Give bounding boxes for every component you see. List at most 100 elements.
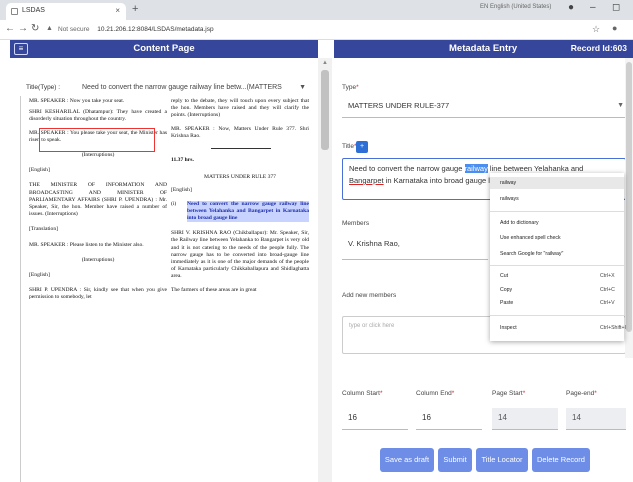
selected-word: railway: [464, 164, 488, 173]
title-text: in Karnataka into broad gauge li: [383, 176, 492, 185]
metadata-entry-header: Metadata Entry Record Id:603: [334, 40, 633, 58]
add-members-placeholder: type or click here: [349, 323, 395, 329]
page-start-input[interactable]: 14: [492, 408, 558, 430]
chevron-down-icon: ▼: [617, 102, 624, 109]
new-tab-icon[interactable]: +: [132, 3, 138, 15]
doc-paragraph: The farmers of these areas are in great: [171, 286, 257, 293]
document-page: MR. SPEAKER : Now you take your seat. SH…: [20, 96, 316, 482]
menu-item-copy[interactable]: Copy Ctrl+C: [500, 287, 615, 293]
menu-item-cut[interactable]: Cut Ctrl+X: [500, 273, 615, 279]
menu-divider: [490, 211, 624, 212]
doc-paragraph: [Translation]: [29, 226, 59, 233]
column-end-label: Column End*: [416, 390, 455, 397]
maximize-icon[interactable]: ◻: [612, 2, 620, 13]
doc-paragraph: [English]: [171, 187, 192, 194]
forward-icon[interactable]: →: [18, 23, 28, 34]
section-divider: [211, 148, 271, 150]
spellcheck-context-menu: railway railways Add to dictionary Use e…: [490, 173, 626, 341]
members-label: Members: [342, 220, 370, 227]
doc-section-heading: MATTERS UNDER RULE 377: [204, 174, 276, 181]
members-value: V. Krishna Rao,: [348, 239, 400, 248]
column-start-value: 16: [348, 413, 357, 422]
language-indicator: EN English (United States): [480, 4, 552, 10]
submit-button[interactable]: Submit: [438, 448, 472, 472]
type-select-value: MATTERS UNDER RULE-377: [348, 101, 450, 110]
delete-record-button[interactable]: Delete Record: [532, 448, 590, 472]
doc-paragraph: [English]: [29, 167, 50, 174]
not-secure-warning-icon[interactable]: ▲: [46, 25, 53, 32]
title-type-select-value: Need to convert the narrow gauge railway…: [82, 84, 282, 91]
highlighted-item: (i) Need to convert the narrow gauge rai…: [171, 200, 309, 223]
members-field[interactable]: V. Krishna Rao,: [342, 234, 488, 260]
title-text: Need to convert the narrow gauge: [349, 164, 465, 173]
save-draft-button[interactable]: Save as draft: [380, 448, 434, 472]
doc-paragraph: reply to the debate, they will touch upo…: [171, 98, 309, 119]
title-label: Title*: [342, 143, 357, 150]
doc-paragraph: MR. SPEAKER : Please listen to the Minis…: [29, 241, 144, 248]
menu-divider: [490, 265, 624, 266]
title-type-label: Title(Type) :: [26, 84, 61, 91]
item-number: (i): [171, 200, 177, 207]
scrollbar-thumb[interactable]: [321, 70, 329, 150]
column-start-label: Column Start*: [342, 390, 383, 397]
title-locator-button[interactable]: Title Locator: [476, 448, 528, 472]
doc-paragraph: (Interruptions): [81, 152, 115, 159]
page-favicon-icon: [11, 8, 18, 15]
url-field[interactable]: ▲ Not secure 10.21.206.12:8084/LSDAS/met…: [44, 23, 584, 37]
not-secure-label: Not secure: [58, 26, 90, 33]
title-type-select[interactable]: Need to convert the narrow gauge railway…: [72, 80, 312, 96]
page-start-value: 14: [498, 413, 507, 422]
menu-item-search-google[interactable]: Search Google for "railway": [500, 251, 563, 257]
column-end-input[interactable]: 16: [416, 408, 482, 430]
page-end-label: Page-end*: [566, 390, 597, 397]
form-scrollbar[interactable]: [625, 58, 633, 358]
back-icon[interactable]: ←: [5, 23, 15, 34]
type-select[interactable]: MATTERS UNDER RULE-377 ▼: [342, 96, 632, 118]
column-start-input[interactable]: 16: [342, 408, 408, 430]
content-page-header: ≡ Content Page: [10, 40, 318, 58]
doc-paragraph: MR. SPEAKER : Now you take your seat.: [29, 98, 125, 104]
address-bar-row: ← → ↻ ▲ Not secure 10.21.206.12:8084/LSD…: [0, 20, 633, 40]
menu-item-enhanced-spellcheck[interactable]: Use enhanced spell check: [500, 235, 561, 241]
menu-item-add-dictionary[interactable]: Add to dictionary: [500, 220, 539, 226]
doc-paragraph: SHRI KESHARILAL (Dhatampur): They have c…: [29, 109, 167, 123]
minimize-icon[interactable]: –: [590, 2, 596, 13]
doc-paragraph: THE MINISTER OF INFORMATION AND BROADCAS…: [29, 182, 167, 218]
doc-paragraph: SHRI P. UPENDRA : Sir, kindly see that w…: [29, 287, 167, 301]
tab-title: LSDAS: [22, 7, 45, 14]
tab-close-icon[interactable]: ×: [115, 6, 120, 15]
content-page-title: Content Page: [133, 43, 195, 54]
url-text: 10.21.206.12:8084/LSDAS/metadata.jsp: [97, 26, 214, 33]
document-right-column: reply to the debate, they will touch upo…: [171, 98, 309, 298]
menu-item-suggestion-railway[interactable]: railway: [500, 180, 516, 186]
add-members-label: Add new members: [342, 292, 397, 299]
doc-paragraph: (Interruptions): [81, 256, 115, 263]
record-id-label: Record Id:603: [570, 43, 627, 53]
bookmark-star-icon[interactable]: ☆: [592, 24, 600, 35]
menu-item-suggestion-railways[interactable]: railways: [500, 196, 519, 202]
menu-divider: [490, 315, 624, 316]
user-account-icon[interactable]: ●: [568, 2, 574, 13]
page-end-value: 14: [572, 413, 581, 422]
menu-item-inspect[interactable]: Inspect Ctrl+Shift+I: [500, 325, 626, 331]
scroll-up-icon[interactable]: ▲: [322, 60, 328, 66]
menu-item-paste[interactable]: Paste Ctrl+V: [500, 300, 615, 306]
title-text: line between Yelahanka and: [487, 164, 584, 173]
doc-paragraph: [English]: [29, 272, 50, 279]
doc-paragraph: 11.37 hrs.: [171, 157, 194, 164]
browser-tab[interactable]: LSDAS ×: [6, 3, 126, 20]
content-scrollbar[interactable]: ▲: [318, 58, 332, 482]
selection-outline-box: [39, 128, 155, 152]
chevron-down-icon: ▼: [299, 84, 306, 91]
column-end-value: 16: [422, 413, 431, 422]
page-end-input[interactable]: 14: [566, 408, 626, 430]
scrollbar-thumb[interactable]: [626, 62, 632, 332]
page-start-label: Page Start*: [492, 390, 526, 397]
doc-paragraph: SHRI V. KRISHNA RAO (Chikballapur): Mr. …: [171, 230, 309, 280]
misspelled-word: Bangarpet: [349, 176, 384, 185]
browser-tab-bar: LSDAS × + EN English (United States) ● –…: [0, 0, 633, 20]
add-title-button[interactable]: +: [356, 141, 368, 153]
profile-avatar-icon[interactable]: ●: [612, 23, 617, 33]
app-window: LSDAS × + EN English (United States) ● –…: [0, 0, 633, 482]
reload-icon[interactable]: ↻: [31, 23, 39, 34]
